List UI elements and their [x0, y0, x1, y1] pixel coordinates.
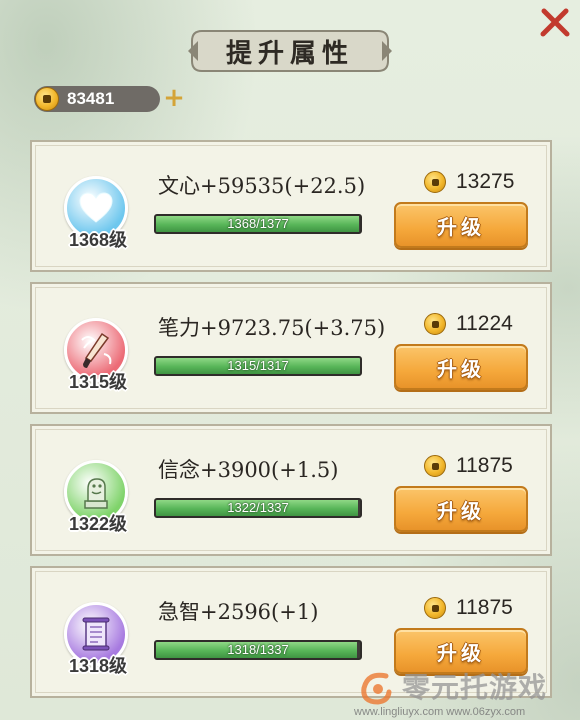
attribute-icon-wrap: 1322级	[56, 452, 140, 536]
heart-icon	[79, 192, 113, 223]
currency-value: 83481	[67, 89, 115, 108]
attribute-list: 1368级 文心+59535(+22.5) 1368/1377 13275 升级	[30, 132, 552, 708]
coin-icon	[424, 171, 446, 193]
brush-icon	[81, 332, 112, 368]
upgrade-button-label: 升级	[437, 356, 485, 381]
cost-value: 11875	[456, 596, 513, 619]
upgrade-cost: 11875	[424, 454, 513, 478]
coin-icon	[424, 597, 446, 619]
upgrade-button[interactable]: 升级	[394, 202, 528, 248]
page-title: 提升属性	[225, 38, 354, 69]
progress-text: 1322/1337	[227, 500, 289, 515]
watermark: 零元托游戏 www.lingliuyx.com www.06zyx.com	[354, 664, 580, 720]
upgrade-button-label: 升级	[437, 214, 485, 239]
currency-balance: 83481	[34, 86, 160, 112]
coin-icon	[424, 313, 446, 335]
attribute-value: 笔力+9723.75(+3.75)	[158, 316, 386, 340]
title-plaque: 提升属性	[188, 28, 392, 74]
upgrade-button[interactable]: 升级	[394, 344, 528, 390]
attribute-icon-wrap: 1368级	[56, 168, 140, 252]
progress-text: 1318/1337	[227, 642, 289, 657]
close-button[interactable]	[538, 6, 572, 40]
close-icon	[540, 8, 570, 37]
progress-text: 1368/1377	[227, 216, 289, 231]
level-label: 1318级	[68, 656, 128, 676]
cost-value: 11224	[456, 312, 513, 335]
upgrade-cost: 13275	[424, 170, 514, 194]
cost-value: 11875	[456, 454, 513, 477]
level-label: 1315级	[68, 372, 128, 392]
attribute-icon-wrap: 1318级	[56, 594, 140, 678]
scroll-icon	[82, 617, 110, 651]
attribute-value: 文心+59535(+22.5)	[158, 174, 366, 198]
coin-icon	[424, 455, 446, 477]
attribute-card-bili: 1315级 笔力+9723.75(+3.75) 1315/1317 11224 …	[30, 282, 552, 414]
attribute-card-wenxin: 1368级 文心+59535(+22.5) 1368/1377 13275 升级	[30, 140, 552, 272]
level-label: 1368级	[68, 230, 128, 250]
upgrade-button-label: 升级	[437, 498, 485, 523]
watermark-logo-icon	[361, 672, 392, 705]
watermark-url: www.lingliuyx.com www.06zyx.com	[354, 706, 526, 718]
level-progress-bar: 1368/1377	[154, 214, 362, 234]
cost-value: 13275	[456, 170, 515, 193]
coin-icon	[35, 87, 59, 111]
upgrade-cost: 11875	[424, 596, 513, 620]
attribute-value: 急智+2596(+1)	[158, 600, 319, 624]
level-progress-bar: 1318/1337	[154, 640, 362, 660]
add-currency-button[interactable]: +	[162, 85, 186, 111]
level-label: 1322级	[68, 514, 128, 534]
lion-statue-icon	[84, 478, 108, 509]
progress-text: 1315/1317	[227, 358, 289, 373]
watermark-brand: 零元托游戏	[402, 671, 548, 704]
level-progress-bar: 1322/1337	[154, 498, 362, 518]
attribute-card-xinnian: 1322级 信念+3900(+1.5) 1322/1337 11875 升级	[30, 424, 552, 556]
upgrade-cost: 11224	[424, 312, 513, 336]
level-progress-bar: 1315/1317	[154, 356, 362, 376]
upgrade-button[interactable]: 升级	[394, 486, 528, 532]
attribute-icon-wrap: 1315级	[56, 310, 140, 394]
attribute-value: 信念+3900(+1.5)	[158, 458, 339, 482]
upgrade-button-label: 升级	[437, 640, 485, 665]
